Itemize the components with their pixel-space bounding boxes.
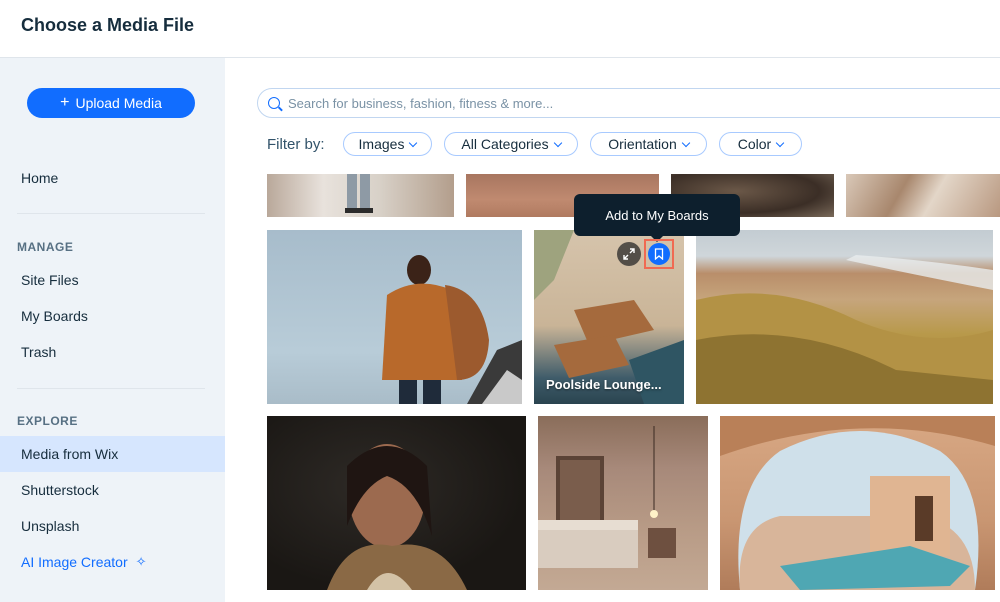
bookmark-icon xyxy=(654,248,664,260)
chevron-down-icon xyxy=(775,138,785,147)
filter-categories-dropdown[interactable]: All Categories xyxy=(444,132,578,156)
media-tile[interactable] xyxy=(720,416,995,590)
tile-image xyxy=(720,416,995,590)
expand-button[interactable] xyxy=(617,242,641,266)
sidebar-item-my-boards[interactable]: My Boards xyxy=(0,298,225,334)
media-tile[interactable] xyxy=(267,416,526,590)
filter-categories-label: All Categories xyxy=(461,136,549,152)
tile-image xyxy=(696,255,993,404)
sparkle-icon: ✧ xyxy=(135,554,147,569)
add-to-boards-tooltip: Add to My Boards xyxy=(574,194,740,242)
filter-color-label: Color xyxy=(737,136,772,152)
save-button-highlight xyxy=(644,239,674,269)
chevron-down-icon xyxy=(553,138,562,147)
ai-image-creator-label: AI Image Creator xyxy=(21,554,128,570)
plus-icon: + xyxy=(60,94,70,111)
chevron-down-icon xyxy=(681,138,690,147)
filter-orientation-label: Orientation xyxy=(608,136,677,152)
sidebar-divider xyxy=(17,388,205,389)
media-main-panel: Filter by: Images All Categories Orienta… xyxy=(225,58,1000,602)
sidebar: + Upload Media Home MANAGE Site Files My… xyxy=(0,58,225,602)
dialog-title: Choose a Media File xyxy=(21,15,195,35)
chevron-down-icon xyxy=(409,138,418,147)
sidebar-item-unsplash[interactable]: Unsplash xyxy=(0,508,225,544)
media-tile[interactable] xyxy=(267,230,522,404)
upload-media-label: Upload Media xyxy=(75,95,162,111)
add-to-boards-button[interactable] xyxy=(648,243,670,265)
filter-color-dropdown[interactable]: Color xyxy=(719,132,802,156)
filter-orientation-dropdown[interactable]: Orientation xyxy=(590,132,707,156)
tile-image xyxy=(382,255,522,404)
dialog-header: Choose a Media File xyxy=(0,0,1000,58)
sidebar-item-site-files[interactable]: Site Files xyxy=(0,262,225,298)
explore-section-label: EXPLORE xyxy=(17,414,78,428)
media-tile[interactable] xyxy=(267,174,454,217)
filter-images-label: Images xyxy=(358,136,405,152)
sidebar-divider xyxy=(17,213,205,214)
tile-image xyxy=(538,426,676,568)
filter-images-dropdown[interactable]: Images xyxy=(343,132,432,156)
sidebar-item-shutterstock[interactable]: Shutterstock xyxy=(0,472,225,508)
tile-image xyxy=(327,444,467,590)
search-bar[interactable] xyxy=(257,88,1000,118)
tile-image xyxy=(345,174,373,213)
media-tile[interactable] xyxy=(538,416,708,590)
upload-media-button[interactable]: + Upload Media xyxy=(27,88,195,118)
expand-icon xyxy=(623,248,635,260)
sidebar-item-media-from-wix[interactable]: Media from Wix xyxy=(0,436,225,472)
tile-title: Poolside Lounge... xyxy=(546,377,662,392)
manage-section-label: MANAGE xyxy=(17,240,74,254)
sidebar-item-trash[interactable]: Trash xyxy=(0,334,225,370)
media-tile[interactable] xyxy=(696,230,993,404)
media-tile[interactable] xyxy=(846,174,1000,217)
sidebar-item-ai-image-creator[interactable]: AI Image Creator ✧ xyxy=(0,544,225,580)
search-icon xyxy=(268,97,280,109)
search-input[interactable] xyxy=(288,95,888,111)
filter-label: Filter by: xyxy=(267,136,325,153)
sidebar-item-home[interactable]: Home xyxy=(0,160,225,196)
